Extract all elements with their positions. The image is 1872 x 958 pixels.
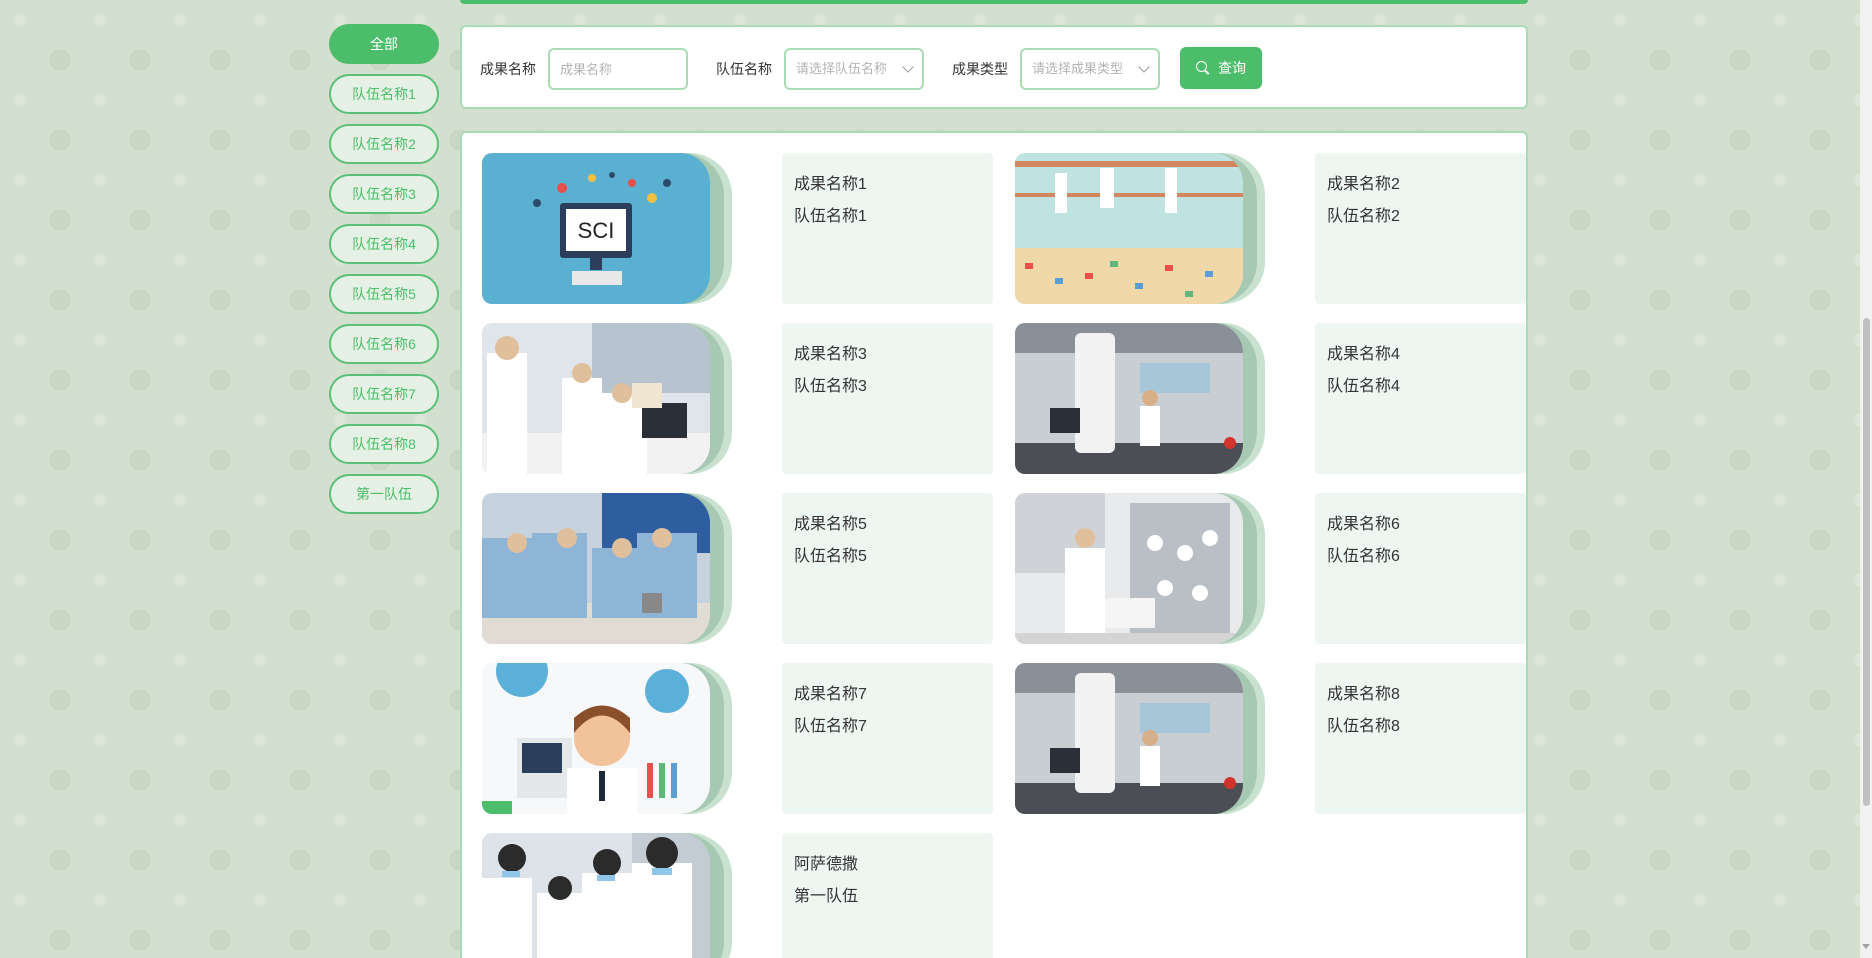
- result-card[interactable]: 成果名称4 队伍名称4: [1015, 323, 1526, 474]
- result-image: [1015, 323, 1265, 474]
- filter-team-5-button[interactable]: 队伍名称5: [329, 274, 439, 314]
- scroll-down-arrow-icon[interactable]: [1862, 944, 1870, 949]
- filter-all-button[interactable]: 全部: [329, 24, 439, 64]
- result-image: [482, 833, 732, 958]
- result-info: 成果名称7 队伍名称7: [782, 663, 993, 814]
- team-filter-sidebar: 全部 队伍名称1 队伍名称2 队伍名称3 队伍名称4 队伍名称5 队伍名称6 队…: [329, 24, 439, 524]
- result-title: 阿萨德撒: [794, 856, 859, 873]
- filter-team-6-button[interactable]: 队伍名称6: [329, 324, 439, 364]
- result-title: 成果名称2: [1327, 176, 1400, 193]
- team-name-select[interactable]: 请选择队伍名称: [784, 48, 924, 90]
- top-accent-bar: [460, 0, 1528, 4]
- result-team: 第一队伍: [794, 888, 859, 905]
- result-info: 成果名称8 队伍名称8: [1315, 663, 1526, 814]
- team-name-label: 队伍名称: [716, 61, 772, 77]
- result-type-select-placeholder: 请选择成果类型: [1032, 61, 1124, 76]
- result-title: 成果名称5: [794, 516, 867, 533]
- result-team: 队伍名称1: [794, 208, 867, 225]
- result-card[interactable]: 成果名称7 队伍名称7: [482, 663, 993, 814]
- result-image: [482, 663, 732, 814]
- query-button-label: 查询: [1218, 60, 1246, 76]
- result-info: 成果名称6 队伍名称6: [1315, 493, 1526, 644]
- filter-team-3-button[interactable]: 队伍名称3: [329, 174, 439, 214]
- filter-team-2-button[interactable]: 队伍名称2: [329, 124, 439, 164]
- result-team: 队伍名称4: [1327, 378, 1400, 395]
- filter-team-1-button[interactable]: 队伍名称1: [329, 74, 439, 114]
- result-info: 成果名称5 队伍名称5: [782, 493, 993, 644]
- result-title: 成果名称6: [1327, 516, 1400, 533]
- result-info: 成果名称1 队伍名称1: [782, 153, 993, 304]
- result-info: 成果名称3 队伍名称3: [782, 323, 993, 474]
- results-panel: SCI 成果名称1 队伍名称1 成果名称2 队伍名称2 成果名称3 队伍名称3 …: [460, 131, 1528, 958]
- result-team: 队伍名称8: [1327, 718, 1400, 735]
- result-name-input[interactable]: [548, 48, 688, 90]
- result-image: [1015, 663, 1265, 814]
- result-info: 成果名称2 队伍名称2: [1315, 153, 1526, 304]
- result-card[interactable]: 阿萨德撒 第一队伍: [482, 833, 993, 958]
- result-image: SCI: [482, 153, 732, 304]
- result-team: 队伍名称6: [1327, 548, 1400, 565]
- result-title: 成果名称7: [794, 686, 867, 703]
- result-title: 成果名称4: [1327, 346, 1400, 363]
- result-title: 成果名称1: [794, 176, 867, 193]
- search-panel: 成果名称 队伍名称 请选择队伍名称 成果类型 请选择成果类型 查询: [460, 25, 1528, 109]
- result-image: [1015, 493, 1265, 644]
- team-name-select-placeholder: 请选择队伍名称: [796, 61, 888, 76]
- result-card[interactable]: 成果名称8 队伍名称8: [1015, 663, 1526, 814]
- result-image: [1015, 153, 1265, 304]
- search-icon: [1196, 61, 1210, 75]
- query-button[interactable]: 查询: [1180, 47, 1262, 89]
- result-team: 队伍名称5: [794, 548, 867, 565]
- result-team: 队伍名称7: [794, 718, 867, 735]
- result-card[interactable]: 成果名称6 队伍名称6: [1015, 493, 1526, 644]
- chevron-down-icon: [1138, 61, 1150, 73]
- result-title: 成果名称8: [1327, 686, 1400, 703]
- filter-team-8-button[interactable]: 队伍名称8: [329, 424, 439, 464]
- result-team: 队伍名称2: [1327, 208, 1400, 225]
- page-scrollbar[interactable]: [1860, 0, 1872, 958]
- result-image: [482, 323, 732, 474]
- result-card[interactable]: SCI 成果名称1 队伍名称1: [482, 153, 993, 304]
- result-card[interactable]: 成果名称5 队伍名称5: [482, 493, 993, 644]
- chevron-down-icon: [902, 61, 914, 73]
- result-image: [482, 493, 732, 644]
- result-name-label: 成果名称: [480, 61, 536, 77]
- result-type-select[interactable]: 请选择成果类型: [1020, 48, 1160, 90]
- scrollbar-thumb[interactable]: [1863, 318, 1870, 806]
- svg-text:SCI: SCI: [578, 218, 615, 243]
- result-card[interactable]: 成果名称3 队伍名称3: [482, 323, 993, 474]
- result-info: 成果名称4 队伍名称4: [1315, 323, 1526, 474]
- result-type-label: 成果类型: [952, 61, 1008, 77]
- filter-team-7-button[interactable]: 队伍名称7: [329, 374, 439, 414]
- result-card[interactable]: 成果名称2 队伍名称2: [1015, 153, 1526, 304]
- result-team: 队伍名称3: [794, 378, 867, 395]
- filter-first-team-button[interactable]: 第一队伍: [329, 474, 439, 514]
- filter-team-4-button[interactable]: 队伍名称4: [329, 224, 439, 264]
- result-title: 成果名称3: [794, 346, 867, 363]
- result-info: 阿萨德撒 第一队伍: [782, 833, 993, 958]
